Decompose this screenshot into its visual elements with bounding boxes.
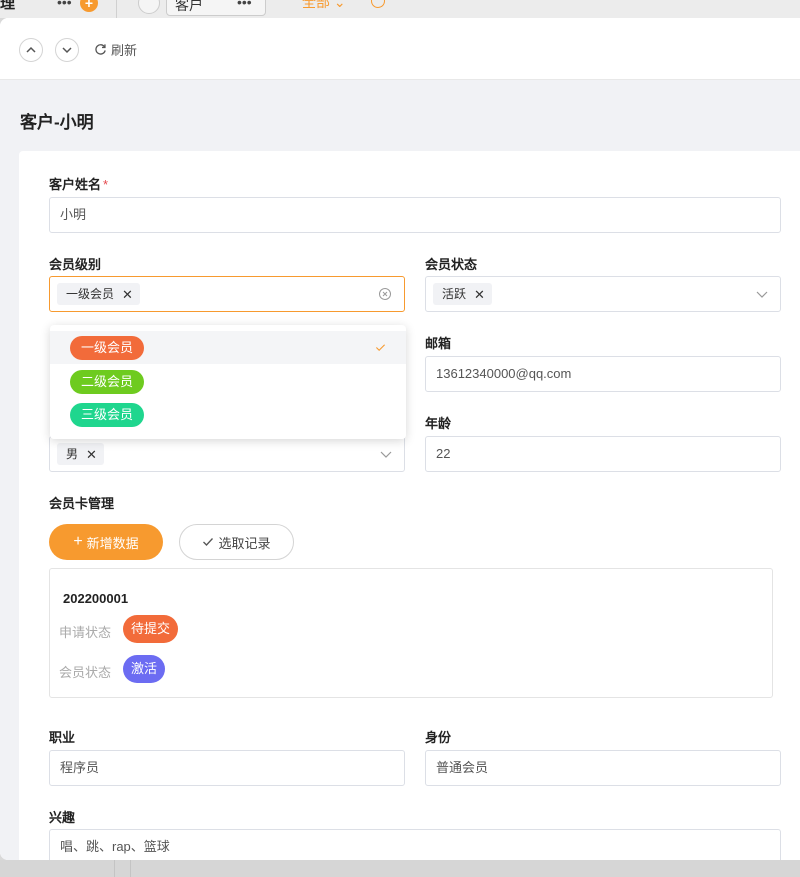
remove-tag-icon[interactable]: ✕ (122, 288, 133, 301)
customer-name-label: 客户姓名 * (49, 174, 108, 193)
previous-record-button[interactable] (19, 38, 43, 62)
dropdown-option[interactable]: 二级会员 (50, 365, 406, 398)
member-status-tag: 活跃 ✕ (433, 283, 492, 305)
background-footer (0, 860, 800, 877)
email-input[interactable]: 13612340000@qq.com (425, 356, 781, 392)
background-title: 理 (0, 0, 16, 12)
option-pill: 二级会员 (70, 370, 145, 394)
dropdown-option[interactable]: 一级会员 (50, 331, 406, 364)
member-level-dropdown: 一级会员 二级会员 三级会员 (50, 325, 406, 439)
plus-icon: + (73, 533, 83, 550)
member-level-label: 会员级别 (49, 257, 102, 272)
email-label: 邮箱 (425, 336, 452, 351)
clear-icon[interactable] (378, 287, 392, 301)
member-level-tag: 一级会员 ✕ (57, 283, 140, 305)
identity-input[interactable]: 普通会员 (425, 750, 781, 786)
card-management-label: 会员卡管理 (49, 496, 115, 511)
apply-status-label: 申请状态 (59, 625, 112, 640)
chevron-down-icon (756, 291, 768, 298)
option-pill: 一级会员 (70, 336, 145, 360)
tag-label: 活跃 (442, 287, 467, 301)
clock-icon[interactable] (371, 0, 385, 8)
refresh-button[interactable]: 刷新 (94, 40, 137, 59)
member-status-select[interactable]: 活跃 ✕ (425, 276, 781, 312)
divider (114, 860, 115, 877)
member-level-select[interactable]: 一级会员 ✕ (49, 276, 405, 312)
filter-dropdown[interactable]: 全部 ⌄ (302, 0, 346, 12)
select-records-button[interactable]: 选取记录 (179, 524, 294, 560)
occupation-input[interactable]: 程序员 (49, 750, 405, 786)
add-icon[interactable]: + (80, 0, 98, 12)
chevron-down-icon (62, 47, 72, 54)
tag-label: 一级会员 (66, 287, 115, 301)
tab-more-icon[interactable]: ••• (237, 0, 252, 10)
required-mark: * (103, 177, 109, 192)
background-app-header: 理 ••• + 客户 ••• 全部 ⌄ (0, 0, 800, 18)
hobbies-label: 兴趣 (49, 810, 76, 825)
tag-label: 男 (66, 447, 79, 461)
back-icon[interactable] (138, 0, 160, 14)
option-pill: 三级会员 (70, 403, 145, 427)
chevron-down-icon (380, 451, 392, 458)
divider (130, 860, 131, 877)
label-text: 客户姓名 (49, 177, 102, 192)
more-icon[interactable]: ••• (57, 0, 72, 10)
identity-label: 身份 (425, 730, 452, 745)
customer-name-input[interactable]: 小明 (49, 197, 781, 233)
refresh-label: 刷新 (111, 43, 138, 58)
dropdown-option[interactable]: 三级会员 (50, 398, 406, 431)
member-status-badge: 激活 (123, 655, 166, 683)
page-title: 客户-小明 (20, 113, 94, 132)
remove-tag-icon[interactable]: ✕ (474, 288, 485, 301)
add-data-button[interactable]: + 新增数据 (49, 524, 163, 560)
add-data-label: 新增数据 (86, 535, 139, 551)
gender-tag: 男 ✕ (57, 443, 104, 465)
remove-tag-icon[interactable]: ✕ (86, 448, 97, 461)
refresh-icon (95, 44, 106, 55)
member-status-label: 会员状态 (59, 665, 112, 680)
occupation-label: 职业 (49, 730, 76, 745)
member-card-record[interactable]: 202200001 申请状态 待提交 会员状态 激活 (49, 568, 773, 698)
age-input[interactable]: 22 (425, 436, 781, 472)
next-record-button[interactable] (55, 38, 79, 62)
drawer-toolbar: 刷新 (0, 18, 800, 80)
filter-label: 全部 (302, 0, 330, 10)
record-id: 202200001 (63, 591, 129, 606)
age-label: 年龄 (425, 416, 452, 431)
check-icon (375, 344, 386, 352)
check-icon (203, 538, 214, 546)
hobbies-input[interactable]: 唱、跳、rap、篮球 (49, 829, 781, 860)
divider (116, 0, 117, 18)
chevron-up-icon (26, 46, 36, 53)
select-records-label: 选取记录 (218, 535, 271, 551)
gender-select[interactable]: 男 ✕ (49, 436, 405, 472)
apply-status-badge: 待提交 (123, 615, 179, 643)
member-status-label: 会员状态 (425, 257, 478, 272)
tab-label: 客户 (175, 0, 203, 13)
